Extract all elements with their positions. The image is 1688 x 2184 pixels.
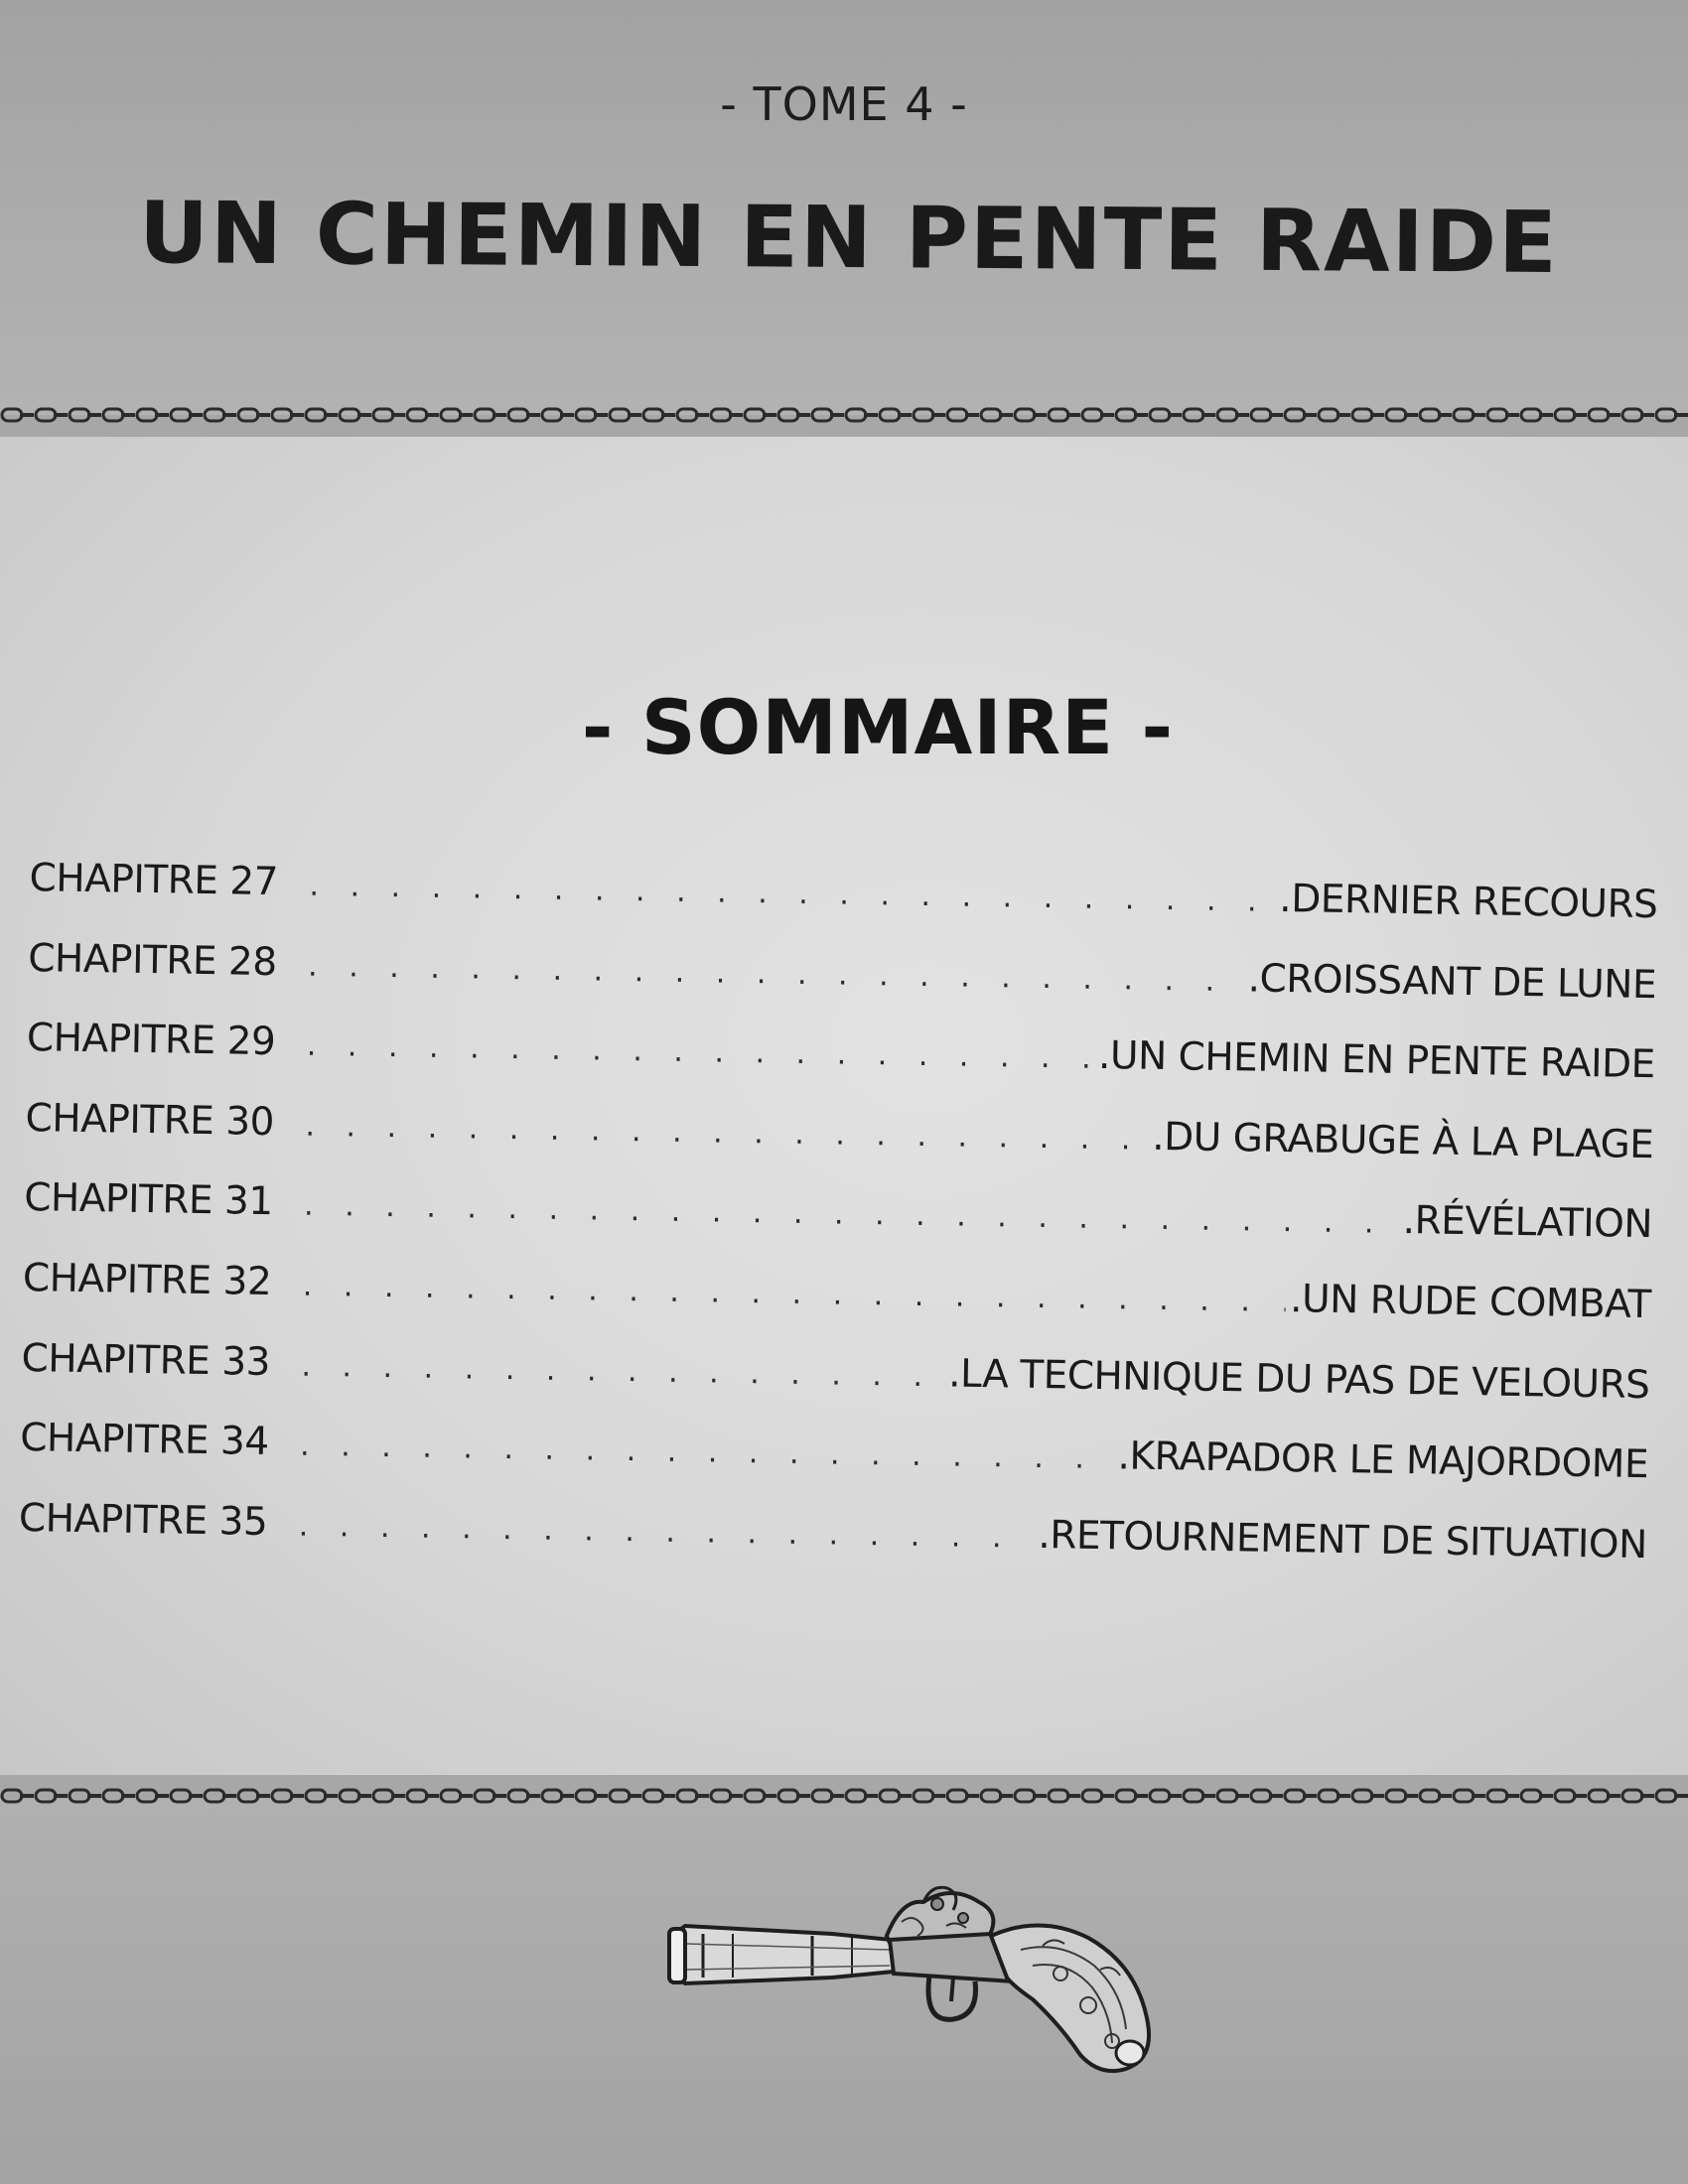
chain-divider-icon <box>0 1782 1688 1810</box>
chapter-number: CHAPITRE 28 <box>27 935 277 985</box>
dot-leader <box>309 869 1275 919</box>
dot-leader <box>305 1108 1148 1157</box>
dot-leader <box>304 1188 1399 1241</box>
chapter-number: CHAPITRE 34 <box>19 1416 269 1465</box>
chapter-title: .UN CHEMIN EN PENTE RAIDE <box>1097 1033 1656 1088</box>
chapter-number: CHAPITRE 31 <box>23 1175 273 1225</box>
chapter-title: .CROISSANT DE LUNE <box>1247 955 1657 1008</box>
chapter-number: CHAPITRE 35 <box>18 1495 268 1545</box>
dot-leader <box>308 948 1244 999</box>
chapter-number: CHAPITRE 29 <box>26 1016 276 1065</box>
dot-leader <box>301 1348 944 1394</box>
chapter-number: CHAPITRE 27 <box>29 856 279 905</box>
book-title: UN CHEMIN EN PENTE RAIDE <box>138 184 1560 293</box>
dot-leader <box>303 1269 1287 1319</box>
table-of-contents: CHAPITRE 27 .DERNIER RECOURS CHAPITRE 28… <box>18 856 1658 1602</box>
chapter-title: .KRAPADOR LE MAJORDOME <box>1117 1433 1649 1488</box>
chapter-title: .UN RUDE COMBAT <box>1289 1277 1652 1328</box>
chapter-title: .RÉVÉLATION <box>1402 1198 1653 1248</box>
dot-leader <box>300 1429 1114 1477</box>
chapter-number: CHAPITRE 30 <box>25 1095 275 1145</box>
dot-leader <box>307 1028 1095 1076</box>
dot-leader <box>299 1508 1035 1555</box>
chapter-title: .RETOURNEMENT DE SITUATION <box>1038 1512 1648 1568</box>
chapter-title: .DERNIER RECOURS <box>1279 876 1658 928</box>
chain-divider-icon <box>0 401 1688 429</box>
chapter-number: CHAPITRE 32 <box>22 1255 272 1305</box>
chapter-title: .DU GRABUGE À LA PLAGE <box>1151 1114 1654 1167</box>
chapter-number: CHAPITRE 33 <box>21 1335 271 1385</box>
book-page: - TOME 4 - UN CHEMIN EN PENTE RAIDE - SO… <box>0 0 1688 2184</box>
volume-label: - TOME 4 - <box>720 77 968 131</box>
contents-heading: - SOMMAIRE - <box>581 683 1175 771</box>
flintlock-pistol-icon <box>667 1885 1151 2074</box>
